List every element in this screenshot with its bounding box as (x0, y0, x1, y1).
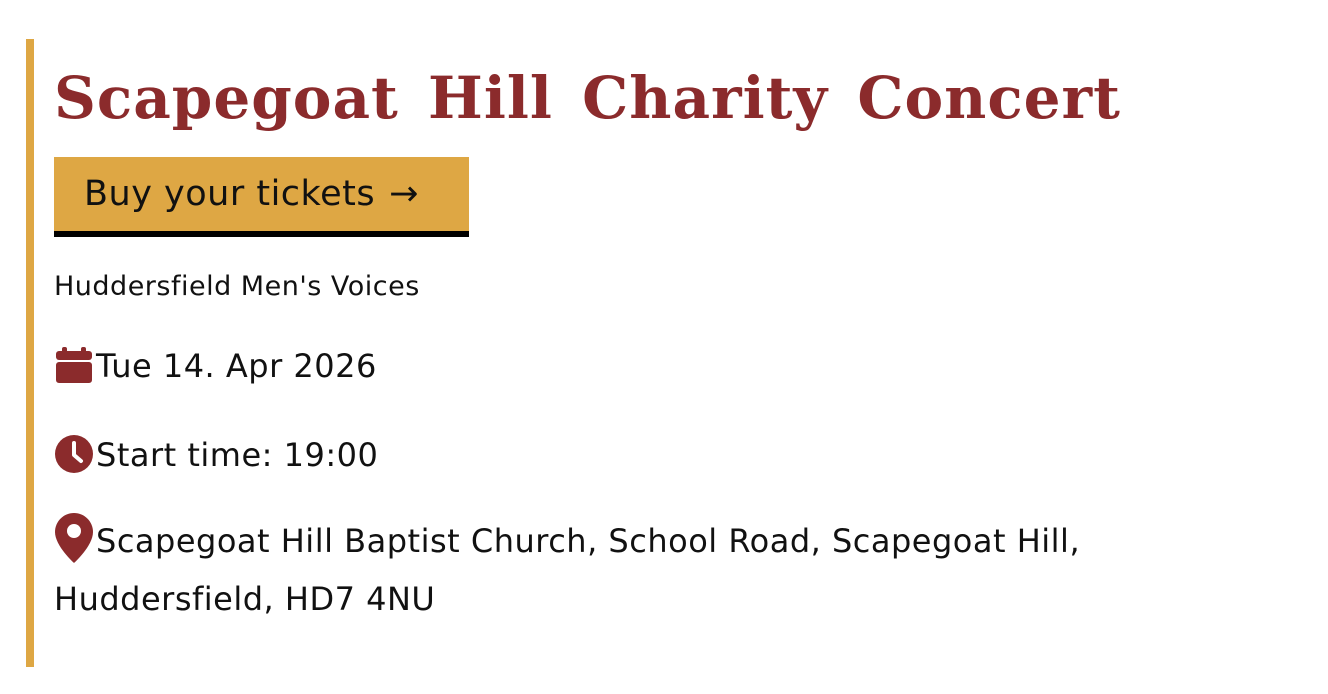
event-date-row: Tue 14. Apr 2026 (54, 337, 377, 395)
buy-tickets-label: Buy your tickets (84, 174, 376, 214)
clock-icon (54, 434, 96, 474)
event-organiser: Huddersfield Men's Voices (54, 271, 420, 302)
event-card: Scapegoat Hill Charity Concert Buy your … (26, 39, 1286, 667)
calendar-icon (54, 345, 96, 385)
event-location-row: Scapegoat Hill Baptist Church, School Ro… (54, 512, 1194, 628)
event-start-time: Start time: 19:00 (96, 436, 379, 474)
event-date: Tue 14. Apr 2026 (96, 347, 377, 385)
event-time-row: Start time: 19:00 (54, 426, 378, 484)
event-title: Scapegoat Hill Charity Concert (54, 64, 1121, 132)
map-pin-icon (54, 513, 96, 563)
event-location: Scapegoat Hill Baptist Church, School Ro… (54, 522, 1081, 618)
arrow-right-icon: → (389, 174, 419, 214)
buy-tickets-button[interactable]: Buy your tickets → (54, 157, 469, 237)
